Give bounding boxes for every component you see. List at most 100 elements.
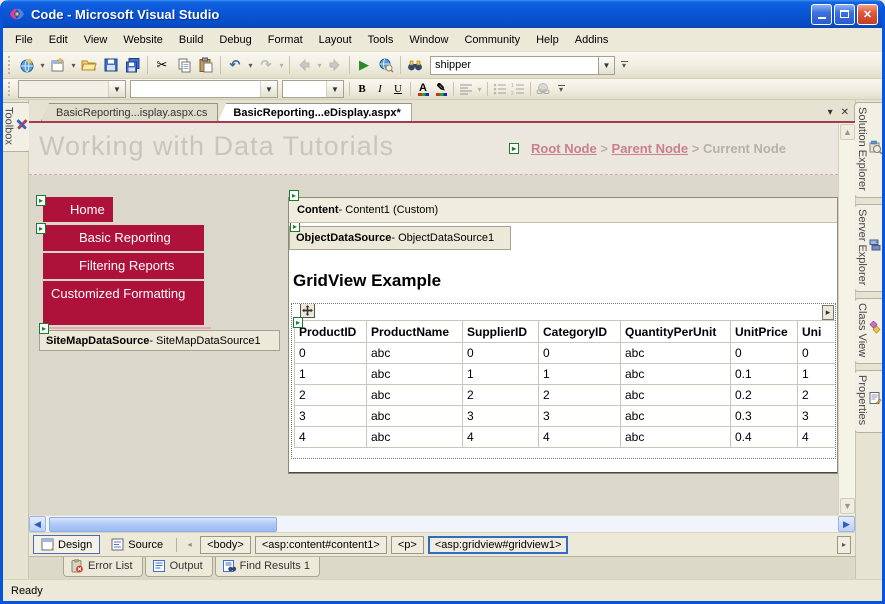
table-cell[interactable]: abc [366, 426, 463, 448]
objectdatasource-control[interactable]: ObjectDataSource - ObjectDataSource1 [289, 226, 511, 250]
table-cell[interactable]: 2 [538, 384, 621, 406]
background-color-button[interactable]: ✎ [432, 80, 450, 98]
table-cell[interactable]: abc [620, 342, 731, 364]
menu-smarttag-icon[interactable]: ▸ [36, 195, 46, 206]
column-header[interactable]: CategoryID [538, 320, 621, 343]
gridview-move-handle[interactable] [300, 304, 315, 318]
table-cell[interactable]: abc [366, 363, 463, 385]
solution-explorer-tab[interactable]: Solution Explorer [854, 102, 882, 198]
menu-file[interactable]: File [7, 31, 41, 49]
underline-button[interactable]: U [389, 80, 407, 98]
table-cell[interactable]: 2 [797, 384, 835, 406]
menu-view[interactable]: View [76, 31, 116, 49]
objectdatasource-smarttag-icon[interactable]: ▸ [290, 223, 300, 232]
site-title-text[interactable]: Working with Data Tutorials [39, 131, 394, 162]
tag-asp-content[interactable]: <asp:content#content1> [254, 535, 387, 554]
table-cell[interactable]: abc [366, 405, 463, 427]
gridview-example-heading[interactable]: GridView Example [293, 271, 441, 291]
browse-with-button[interactable] [375, 54, 397, 76]
error-list-tab[interactable]: Error List [63, 557, 143, 577]
table-cell[interactable]: 0 [462, 342, 539, 364]
menu-window[interactable]: Window [401, 31, 456, 49]
content-control-body[interactable]: ▸ ObjectDataSource - ObjectDataSource1 G… [289, 223, 837, 473]
design-vertical-scrollbar[interactable]: ▲ ▼ [838, 123, 855, 515]
table-cell[interactable]: abc [620, 405, 731, 427]
table-cell[interactable]: 0 [538, 342, 621, 364]
paste-button[interactable] [195, 54, 217, 76]
menu-tools[interactable]: Tools [360, 31, 402, 49]
table-cell[interactable]: 0.3 [730, 405, 798, 427]
menu-addins[interactable]: Addins [567, 31, 617, 49]
table-cell[interactable]: 3 [797, 405, 835, 427]
table-cell[interactable]: 3 [538, 405, 621, 427]
table-cell[interactable]: abc [620, 384, 731, 406]
nav-item-home[interactable]: Home [43, 197, 113, 222]
design-horizontal-scrollbar[interactable]: ◀ ▶ [29, 515, 855, 532]
document-tab-codebehind[interactable]: BasicReporting...isplay.aspx.cs [41, 103, 219, 121]
source-view-button[interactable]: Source [104, 536, 170, 553]
tag-p[interactable]: <p> [390, 535, 424, 554]
find-in-files-button[interactable] [404, 54, 426, 76]
gridview-control[interactable]: ▸ ▸ ProductID ProductName SupplierID Cat… [291, 303, 836, 459]
sitemappath-smarttag-icon[interactable]: ▸ [508, 143, 519, 154]
breadcrumb-parent-link[interactable]: Parent Node [612, 141, 689, 156]
table-cell[interactable]: 2 [462, 384, 539, 406]
menu-website[interactable]: Website [115, 31, 171, 49]
content-control-header[interactable]: Content - Content1 (Custom) [289, 198, 837, 223]
toolbar-overflow-button[interactable]: ▾ [555, 79, 567, 99]
table-cell[interactable]: 4 [538, 426, 621, 448]
toolbox-tab[interactable]: Toolbox [3, 102, 31, 152]
tagnav-right-button[interactable]: ▸ [837, 535, 851, 554]
server-explorer-tab[interactable]: Server Explorer [854, 203, 882, 293]
breadcrumb-root-link[interactable]: Root Node [531, 141, 597, 156]
tag-asp-gridview[interactable]: <asp:gridview#gridview1> [427, 535, 569, 554]
maximize-button[interactable] [834, 3, 855, 25]
sitemappath-breadcrumb[interactable]: ▸ Root Node > Parent Node > Current Node [508, 141, 786, 156]
table-cell[interactable]: 0 [797, 342, 835, 364]
table-cell[interactable]: 2 [294, 384, 367, 406]
horizontal-scroll-thumb[interactable] [49, 516, 277, 532]
design-surface[interactable]: Working with Data Tutorials ▸ Root Node >… [29, 121, 855, 515]
gridview-smarttag-icon[interactable]: ▸ [293, 317, 303, 328]
nav-item-customized-formatting[interactable]: Customized Formatting [43, 281, 204, 325]
nav-item-basic-reporting[interactable]: Basic Reporting [43, 225, 204, 251]
scroll-down-icon[interactable]: ▼ [840, 498, 855, 514]
table-cell[interactable]: 0.1 [730, 363, 798, 385]
column-header[interactable]: ProductID [294, 320, 367, 343]
bold-button[interactable]: B [353, 80, 371, 98]
document-tab-aspx-active[interactable]: BasicReporting...eDisplay.aspx* [218, 103, 412, 121]
output-tab[interactable]: Output [144, 557, 213, 577]
table-cell[interactable]: 3 [462, 405, 539, 427]
menu-layout[interactable]: Layout [311, 31, 360, 49]
new-website-dropdown-icon[interactable]: ▾ [38, 61, 47, 70]
scroll-right-icon[interactable]: ▶ [838, 516, 855, 532]
font-size-combo[interactable]: ▼ [282, 80, 344, 98]
table-cell[interactable]: abc [366, 342, 463, 364]
undo-button[interactable]: ↶ [224, 54, 246, 76]
save-all-button[interactable] [122, 54, 144, 76]
menu-format[interactable]: Format [260, 31, 311, 49]
column-header[interactable]: Uni [797, 320, 835, 343]
table-cell[interactable]: 1 [294, 363, 367, 385]
table-cell[interactable]: abc [366, 384, 463, 406]
menu-build[interactable]: Build [171, 31, 211, 49]
minimize-button[interactable] [811, 3, 832, 25]
tag-body[interactable]: <body> [200, 535, 251, 554]
menu-smarttag-icon[interactable]: ▸ [36, 223, 46, 234]
toolbar-overflow-button[interactable]: ▾ [618, 55, 630, 75]
find-results-tab[interactable]: Find Results 1 [214, 557, 320, 577]
table-cell[interactable]: 0 [730, 342, 798, 364]
gridview-table[interactable]: ProductID ProductName SupplierID Categor… [294, 320, 835, 448]
cut-button[interactable]: ✂ [151, 54, 173, 76]
copy-button[interactable] [173, 54, 195, 76]
table-cell[interactable]: 0 [294, 342, 367, 364]
foreground-color-button[interactable]: A [414, 80, 432, 98]
save-button[interactable] [100, 54, 122, 76]
add-new-item-button[interactable] [47, 54, 69, 76]
redo-button[interactable]: ↷ [255, 54, 277, 76]
close-document-icon[interactable]: ✕ [841, 107, 849, 118]
scroll-left-icon[interactable]: ◀ [29, 516, 46, 532]
table-cell[interactable]: abc [620, 426, 731, 448]
column-header[interactable]: ProductName [366, 320, 463, 343]
undo-dropdown-icon[interactable]: ▾ [246, 61, 255, 70]
